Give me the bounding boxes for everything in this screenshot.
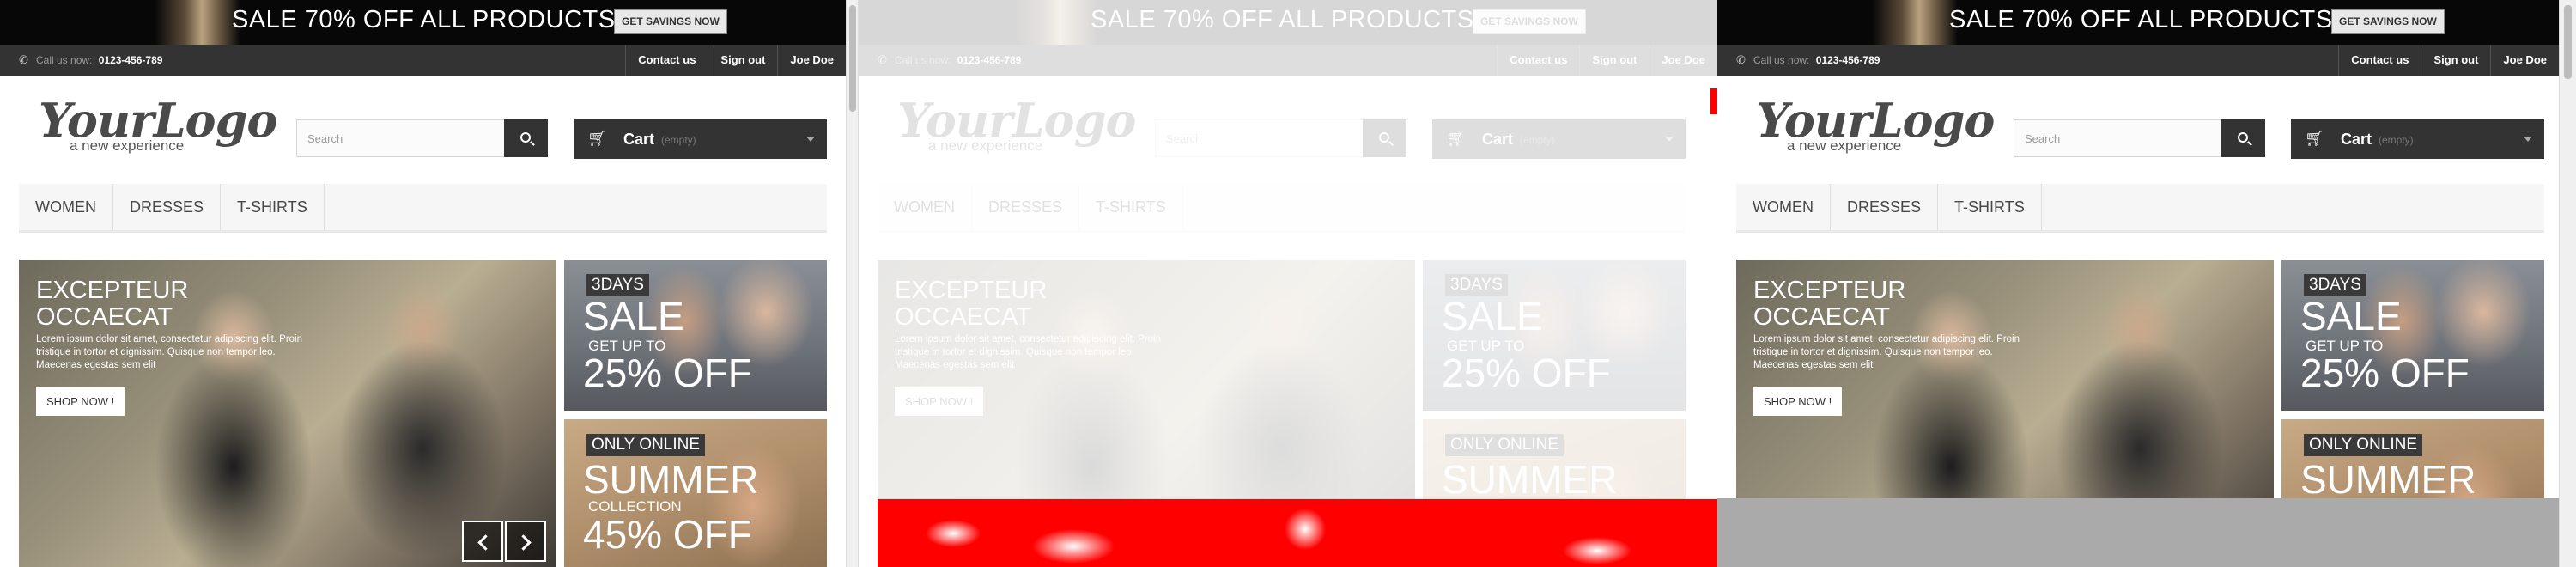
diff-band-edge: [859, 499, 878, 567]
promo-banner[interactable]: SALE 70% OFF ALL PRODUCTS GET SAVINGS NO…: [1717, 0, 2559, 45]
promo-model-image: [155, 0, 240, 45]
phone-icon: ✆: [19, 53, 28, 66]
cart-status: (empty): [2379, 134, 2414, 146]
cropped-area-overlay: [1717, 498, 2559, 567]
get-savings-button[interactable]: GET SAVINGS NOW: [2331, 9, 2445, 34]
main-menu: WOMEN DRESSES T-SHIRTS: [19, 184, 827, 233]
scrollbar-left[interactable]: [846, 0, 859, 567]
screenshot-left: SALE 70% OFF ALL PRODUCTS GET SAVINGS NO…: [0, 0, 846, 567]
search-button[interactable]: [504, 119, 548, 157]
banner-discount: 25% OFF: [2300, 351, 2470, 395]
banner-discount: 45% OFF: [583, 512, 752, 557]
search-icon: [520, 132, 531, 143]
screenshot-right: SALE 70% OFF ALL PRODUCTS GET SAVINGS NO…: [1717, 0, 2559, 567]
sign-out-link[interactable]: Sign out: [708, 45, 777, 76]
logo-tagline: a new experience: [1787, 137, 1902, 154]
scrollbar-thumb[interactable]: [849, 5, 856, 112]
chevron-left-icon[interactable]: [462, 521, 503, 562]
screenshot-diff: SALE 70% OFF ALL PRODUCTS GET SAVINGS NO…: [859, 0, 1717, 567]
menu-item-women[interactable]: WOMEN: [19, 184, 113, 230]
slider-text: Lorem ipsum dolor sit amet, consectetur …: [1753, 334, 2020, 370]
slider-title: EXCEPTEUROCCAECAT: [1753, 277, 1905, 331]
phone-number: 0123-456-789: [1815, 54, 1880, 66]
top-nav-bar: ✆ Call us now: 0123-456-789 Contact us Si…: [1717, 45, 2559, 76]
banner-summer-collection[interactable]: ONLY ONLINE SUMMER COLLECTION 45% OFF: [564, 419, 827, 567]
banner-headline: SALE: [2300, 294, 2402, 338]
banner-3days-sale[interactable]: 3DAYS SALE GET UP TO 25% OFF: [564, 260, 827, 411]
site-logo[interactable]: YourLogo a new experience: [39, 93, 277, 162]
slider-title-line1: EXCEPTEUR: [36, 277, 189, 304]
shop-now-button[interactable]: SHOP NOW !: [1753, 387, 1843, 416]
call-us: ✆ Call us now: 0123-456-789: [19, 53, 162, 67]
slider-title: EXCEPTEUROCCAECAT: [36, 277, 188, 331]
call-us: ✆ Call us now: 0123-456-789: [1736, 53, 1880, 67]
contact-us-link[interactable]: Contact us: [625, 45, 708, 76]
search-icon: [2238, 132, 2248, 143]
cart-label: Cart: [2341, 131, 2372, 148]
phone-icon: ✆: [1736, 53, 1746, 66]
cart-button[interactable]: 🛒︎ Cart (empty): [574, 119, 827, 159]
cart-icon: 🛒︎: [587, 130, 607, 147]
menu-item-dresses[interactable]: DRESSES: [113, 184, 222, 230]
main-menu: WOMEN DRESSES T-SHIRTS: [1736, 184, 2544, 233]
menu-item-tshirts[interactable]: T-SHIRTS: [1938, 184, 2042, 230]
contact-us-link[interactable]: Contact us: [2338, 45, 2421, 76]
slider-title-line2: OCCAECAT: [1753, 303, 1890, 331]
search-placeholder: Search: [307, 132, 343, 145]
search-placeholder: Search: [2025, 132, 2061, 145]
menu-item-dresses[interactable]: DRESSES: [1831, 184, 1939, 230]
promo-model-image: [1872, 0, 1958, 45]
banner-headline: SUMMER: [583, 457, 759, 502]
cart-icon: 🛒︎: [2305, 130, 2324, 147]
sign-out-link[interactable]: Sign out: [2421, 45, 2490, 76]
comparison-view: SALE 70% OFF ALL PRODUCTS GET SAVINGS NO…: [0, 0, 2576, 567]
cart-button[interactable]: 🛒︎ Cart (empty): [2291, 119, 2544, 159]
promo-text: SALE 70% OFF ALL PRODUCTS: [232, 6, 616, 34]
user-nav: Contact us Sign out Joe Doe: [625, 45, 846, 76]
phone-number: 0123-456-789: [98, 54, 163, 66]
banner-3days-sale[interactable]: 3DAYS SALE GET UP TO 25% OFF: [2281, 260, 2544, 411]
banner-headline: SALE: [583, 294, 684, 338]
top-nav-bar: ✆ Call us now: 0123-456-789 Contact us Si…: [0, 45, 846, 76]
menu-item-women[interactable]: WOMEN: [1736, 184, 1831, 230]
logo-tagline: a new experience: [70, 137, 185, 154]
slider-title-line1: EXCEPTEUR: [1753, 277, 1906, 304]
banner-tag: ONLY ONLINE: [586, 434, 706, 456]
banner-headline: SUMMER: [2300, 457, 2476, 502]
chevron-down-icon: [2524, 137, 2532, 142]
banner-discount: 25% OFF: [583, 351, 752, 395]
promo-text: SALE 70% OFF ALL PRODUCTS: [1949, 6, 2333, 34]
banner-tag: ONLY ONLINE: [2304, 434, 2423, 456]
diff-highlight-band: [859, 499, 1717, 567]
shop-now-button[interactable]: SHOP NOW !: [36, 387, 125, 416]
chevron-right-icon[interactable]: [505, 521, 546, 562]
cart-label: Cart: [623, 131, 655, 148]
fade-overlay: [859, 0, 1717, 499]
scrollbar-right[interactable]: [2559, 0, 2576, 567]
call-label: Call us now:: [1753, 54, 1810, 66]
menu-item-tshirts[interactable]: T-SHIRTS: [221, 184, 325, 230]
site-logo[interactable]: YourLogo a new experience: [1756, 93, 1995, 162]
chevron-down-icon: [806, 137, 815, 142]
home-slider[interactable]: EXCEPTEUROCCAECAT Lorem ipsum dolor sit …: [19, 260, 556, 567]
slider-title-line2: OCCAECAT: [36, 303, 173, 331]
account-link[interactable]: Joe Doe: [2490, 45, 2559, 76]
cart-status: (empty): [661, 134, 696, 146]
account-link[interactable]: Joe Doe: [777, 45, 846, 76]
search-button[interactable]: [2221, 119, 2265, 157]
scrollbar-thumb[interactable]: [2564, 5, 2572, 79]
promo-banner[interactable]: SALE 70% OFF ALL PRODUCTS GET SAVINGS NO…: [0, 0, 846, 45]
diff-marker: [1710, 88, 1717, 114]
call-label: Call us now:: [36, 54, 93, 66]
slider-text: Lorem ipsum dolor sit amet, consectetur …: [36, 334, 303, 370]
user-nav: Contact us Sign out Joe Doe: [2338, 45, 2559, 76]
get-savings-button[interactable]: GET SAVINGS NOW: [614, 9, 727, 34]
